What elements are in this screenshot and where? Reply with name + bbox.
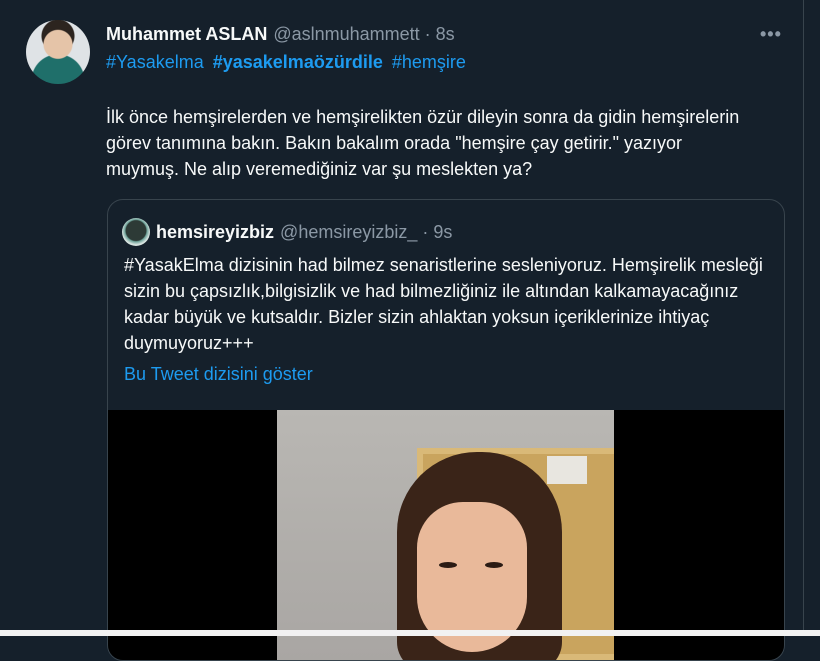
- hashtag-link[interactable]: #Yasakelma: [106, 52, 204, 72]
- paper-note-shape: [547, 456, 587, 484]
- hashtag-link[interactable]: #yasakelmaözürdile: [213, 52, 383, 72]
- hashtag-link[interactable]: #hemşire: [392, 52, 466, 72]
- author-handle[interactable]: @aslnmuhammett: [273, 24, 419, 45]
- bottom-edge: [0, 630, 820, 636]
- author-avatar[interactable]: [26, 20, 90, 84]
- media-image[interactable]: [277, 410, 614, 660]
- tweet-header: Muhammet ASLAN @aslnmuhammett · 8s: [106, 22, 455, 46]
- hashtag-row: #Yasakelma #yasakelmaözürdile #hemşire: [106, 52, 470, 73]
- timeline-border: [803, 0, 804, 636]
- separator-dot: ·: [422, 221, 429, 242]
- quoted-tweet-text: #YasakElma dizisinin had bilmez senarist…: [124, 255, 763, 353]
- tweet-timestamp[interactable]: 8s: [436, 24, 455, 45]
- tweet-media[interactable]: [108, 410, 784, 660]
- quoted-tweet-card[interactable]: hemsireyizbiz @hemsireyizbiz_ · 9s #Yasa…: [107, 199, 785, 661]
- more-horizontal-icon[interactable]: •••: [760, 24, 784, 44]
- quoted-author-name[interactable]: hemsireyizbiz: [156, 222, 274, 243]
- quoted-tweet-header: hemsireyizbiz @hemsireyizbiz_ · 9s: [156, 220, 452, 244]
- separator-dot: ·: [424, 23, 431, 44]
- quoted-tweet-timestamp[interactable]: 9s: [433, 222, 452, 243]
- author-name[interactable]: Muhammet ASLAN: [106, 24, 267, 45]
- tweet-text: İlk önce hemşirelerden ve hemşirelikten …: [106, 107, 740, 179]
- quoted-author-handle[interactable]: @hemsireyizbiz_: [280, 222, 417, 243]
- quoted-author-avatar[interactable]: [122, 218, 150, 246]
- eye-shape: [485, 562, 503, 568]
- show-thread-link[interactable]: Bu Tweet dizisini göster: [124, 364, 313, 385]
- eye-shape: [439, 562, 457, 568]
